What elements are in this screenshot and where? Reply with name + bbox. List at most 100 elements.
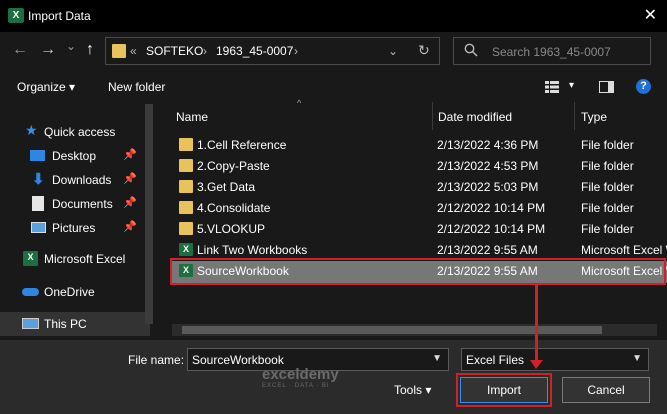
- view-menu-chevron-icon[interactable]: ▾: [569, 80, 574, 91]
- recent-locations-chevron-icon[interactable]: ⌄: [66, 39, 76, 53]
- scrollbar-thumb[interactable]: [182, 326, 602, 334]
- sidebar-scrollbar[interactable]: [145, 104, 153, 324]
- folder-icon: [179, 222, 193, 235]
- new-folder-button[interactable]: New folder: [108, 80, 165, 94]
- sidebar-item-label: Pictures: [52, 221, 96, 235]
- address-bar[interactable]: « SOFTEKO › 1963_45-0007 › ⌄ ↻: [105, 37, 440, 65]
- folder-icon: [179, 201, 193, 214]
- list-item[interactable]: 3.Get Data 2/13/2022 5:03 PM File folder: [170, 177, 667, 198]
- sidebar-item-pictures[interactable]: Pictures 📌: [0, 216, 150, 240]
- file-name-label: File name:: [128, 353, 185, 367]
- watermark-text: exceldemy: [262, 366, 339, 383]
- sidebar-item-desktop[interactable]: Desktop 📌: [0, 144, 150, 168]
- folder-icon: [179, 180, 193, 193]
- window-title: Import Data: [28, 9, 91, 23]
- sidebar-item-onedrive[interactable]: OneDrive: [0, 280, 150, 304]
- file-type: File folder: [581, 201, 634, 215]
- navigation-pane: ★ Quick access Desktop 📌 ⬇ Downloads 📌 D…: [0, 102, 155, 340]
- search-icon: [464, 43, 478, 60]
- folder-icon: [112, 44, 126, 58]
- pin-icon: 📌: [123, 197, 137, 209]
- tools-menu[interactable]: Tools ▾: [394, 383, 431, 397]
- file-type: File folder: [581, 159, 634, 173]
- address-overflow-icon[interactable]: «: [130, 44, 137, 58]
- file-name: 2.Copy-Paste: [197, 159, 270, 173]
- view-options-icon[interactable]: [545, 81, 559, 96]
- breadcrumb-separator-icon[interactable]: ›: [203, 44, 207, 58]
- download-icon: ⬇: [32, 171, 45, 188]
- file-type: File folder: [581, 222, 634, 236]
- preview-pane-icon[interactable]: [599, 81, 614, 96]
- forward-arrow-icon[interactable]: →: [40, 41, 56, 59]
- column-divider[interactable]: [574, 102, 575, 130]
- chevron-down-icon[interactable]: ▼: [632, 353, 642, 364]
- file-name: Link Two Workbooks: [197, 243, 308, 257]
- folder-icon: [179, 138, 193, 151]
- breadcrumb-softeko[interactable]: SOFTEKO: [146, 44, 203, 58]
- refresh-icon[interactable]: ↻: [418, 42, 430, 59]
- annotation-arrow-head: [530, 360, 543, 369]
- import-button[interactable]: Import: [460, 377, 548, 403]
- watermark-subtext: EXCEL · DATA · BI: [262, 383, 330, 389]
- sidebar-item-documents[interactable]: Documents 📌: [0, 192, 150, 216]
- file-type: File folder: [581, 138, 634, 152]
- excel-app-icon: X: [8, 8, 24, 23]
- excel-file-icon: X: [179, 264, 193, 277]
- file-type: File folder: [581, 180, 634, 194]
- sidebar-item-label: OneDrive: [44, 285, 95, 299]
- list-item-selected[interactable]: X SourceWorkbook 2/13/2022 9:55 AM Micro…: [170, 261, 667, 283]
- breadcrumb-folder[interactable]: 1963_45-0007: [216, 44, 293, 58]
- cancel-button[interactable]: Cancel: [562, 377, 650, 403]
- annotation-arrow-line: [535, 285, 538, 361]
- file-name: 3.Get Data: [197, 180, 256, 194]
- pin-icon: 📌: [123, 221, 137, 233]
- list-item[interactable]: 1.Cell Reference 2/13/2022 4:36 PM File …: [170, 135, 667, 156]
- list-item[interactable]: 4.Consolidate 2/12/2022 10:14 PM File fo…: [170, 198, 667, 219]
- sort-ascending-icon: ^: [297, 98, 302, 108]
- cloud-icon: [22, 288, 39, 296]
- search-box[interactable]: Search 1963_45-0007: [453, 37, 651, 65]
- file-date: 2/13/2022 4:36 PM: [437, 138, 539, 152]
- close-icon[interactable]: ✕: [644, 5, 657, 25]
- file-name: 4.Consolidate: [197, 201, 271, 215]
- file-type: Microsoft Excel W: [581, 264, 667, 278]
- column-header-name[interactable]: Name: [176, 110, 208, 124]
- file-date: 2/13/2022 5:03 PM: [437, 180, 539, 194]
- column-header-type[interactable]: Type: [581, 110, 607, 124]
- sidebar-item-downloads[interactable]: ⬇ Downloads 📌: [0, 168, 150, 192]
- sidebar-item-quick-access[interactable]: ★ Quick access: [0, 120, 150, 144]
- excel-file-icon: X: [179, 243, 193, 256]
- file-date: 2/12/2022 10:14 PM: [437, 222, 546, 236]
- organize-menu[interactable]: Organize ▾: [17, 80, 75, 94]
- pin-icon: 📌: [123, 149, 137, 161]
- column-header-date-modified[interactable]: Date modified: [438, 110, 512, 124]
- sidebar-item-microsoft-excel[interactable]: X Microsoft Excel: [0, 247, 150, 271]
- list-item[interactable]: X Link Two Workbooks 2/13/2022 9:55 AM M…: [170, 240, 667, 261]
- up-arrow-icon[interactable]: ↑: [86, 41, 94, 59]
- back-arrow-icon[interactable]: ←: [12, 41, 28, 59]
- list-item[interactable]: 5.VLOOKUP 2/12/2022 10:14 PM File folder: [170, 219, 667, 240]
- list-item[interactable]: 2.Copy-Paste 2/13/2022 4:53 PM File fold…: [170, 156, 667, 177]
- sidebar-item-this-pc[interactable]: This PC: [0, 312, 150, 336]
- horizontal-scrollbar[interactable]: [172, 324, 657, 336]
- file-name: 1.Cell Reference: [197, 138, 287, 152]
- documents-icon: [32, 196, 44, 211]
- address-dropdown-icon[interactable]: ⌄: [388, 44, 398, 58]
- computer-icon: [22, 318, 39, 329]
- file-type-filter-value: Excel Files: [466, 353, 525, 367]
- file-date: 2/13/2022 4:53 PM: [437, 159, 539, 173]
- column-divider[interactable]: [432, 102, 433, 130]
- star-icon: ★: [25, 122, 38, 138]
- file-type-filter[interactable]: Excel Files ▼: [461, 348, 649, 371]
- sidebar-item-label: Microsoft Excel: [44, 252, 126, 266]
- help-icon[interactable]: ?: [636, 79, 651, 94]
- file-type: Microsoft Excel W: [581, 243, 667, 257]
- title-bar: X Import Data ✕: [0, 0, 667, 32]
- pin-icon: 📌: [123, 173, 137, 185]
- sidebar-item-label: Documents: [52, 197, 113, 211]
- breadcrumb-separator-icon[interactable]: ›: [294, 44, 298, 58]
- search-input[interactable]: Search 1963_45-0007: [492, 45, 611, 59]
- chevron-down-icon[interactable]: ▼: [432, 353, 442, 364]
- excel-icon: X: [23, 251, 38, 266]
- sidebar-item-label: Quick access: [44, 125, 116, 139]
